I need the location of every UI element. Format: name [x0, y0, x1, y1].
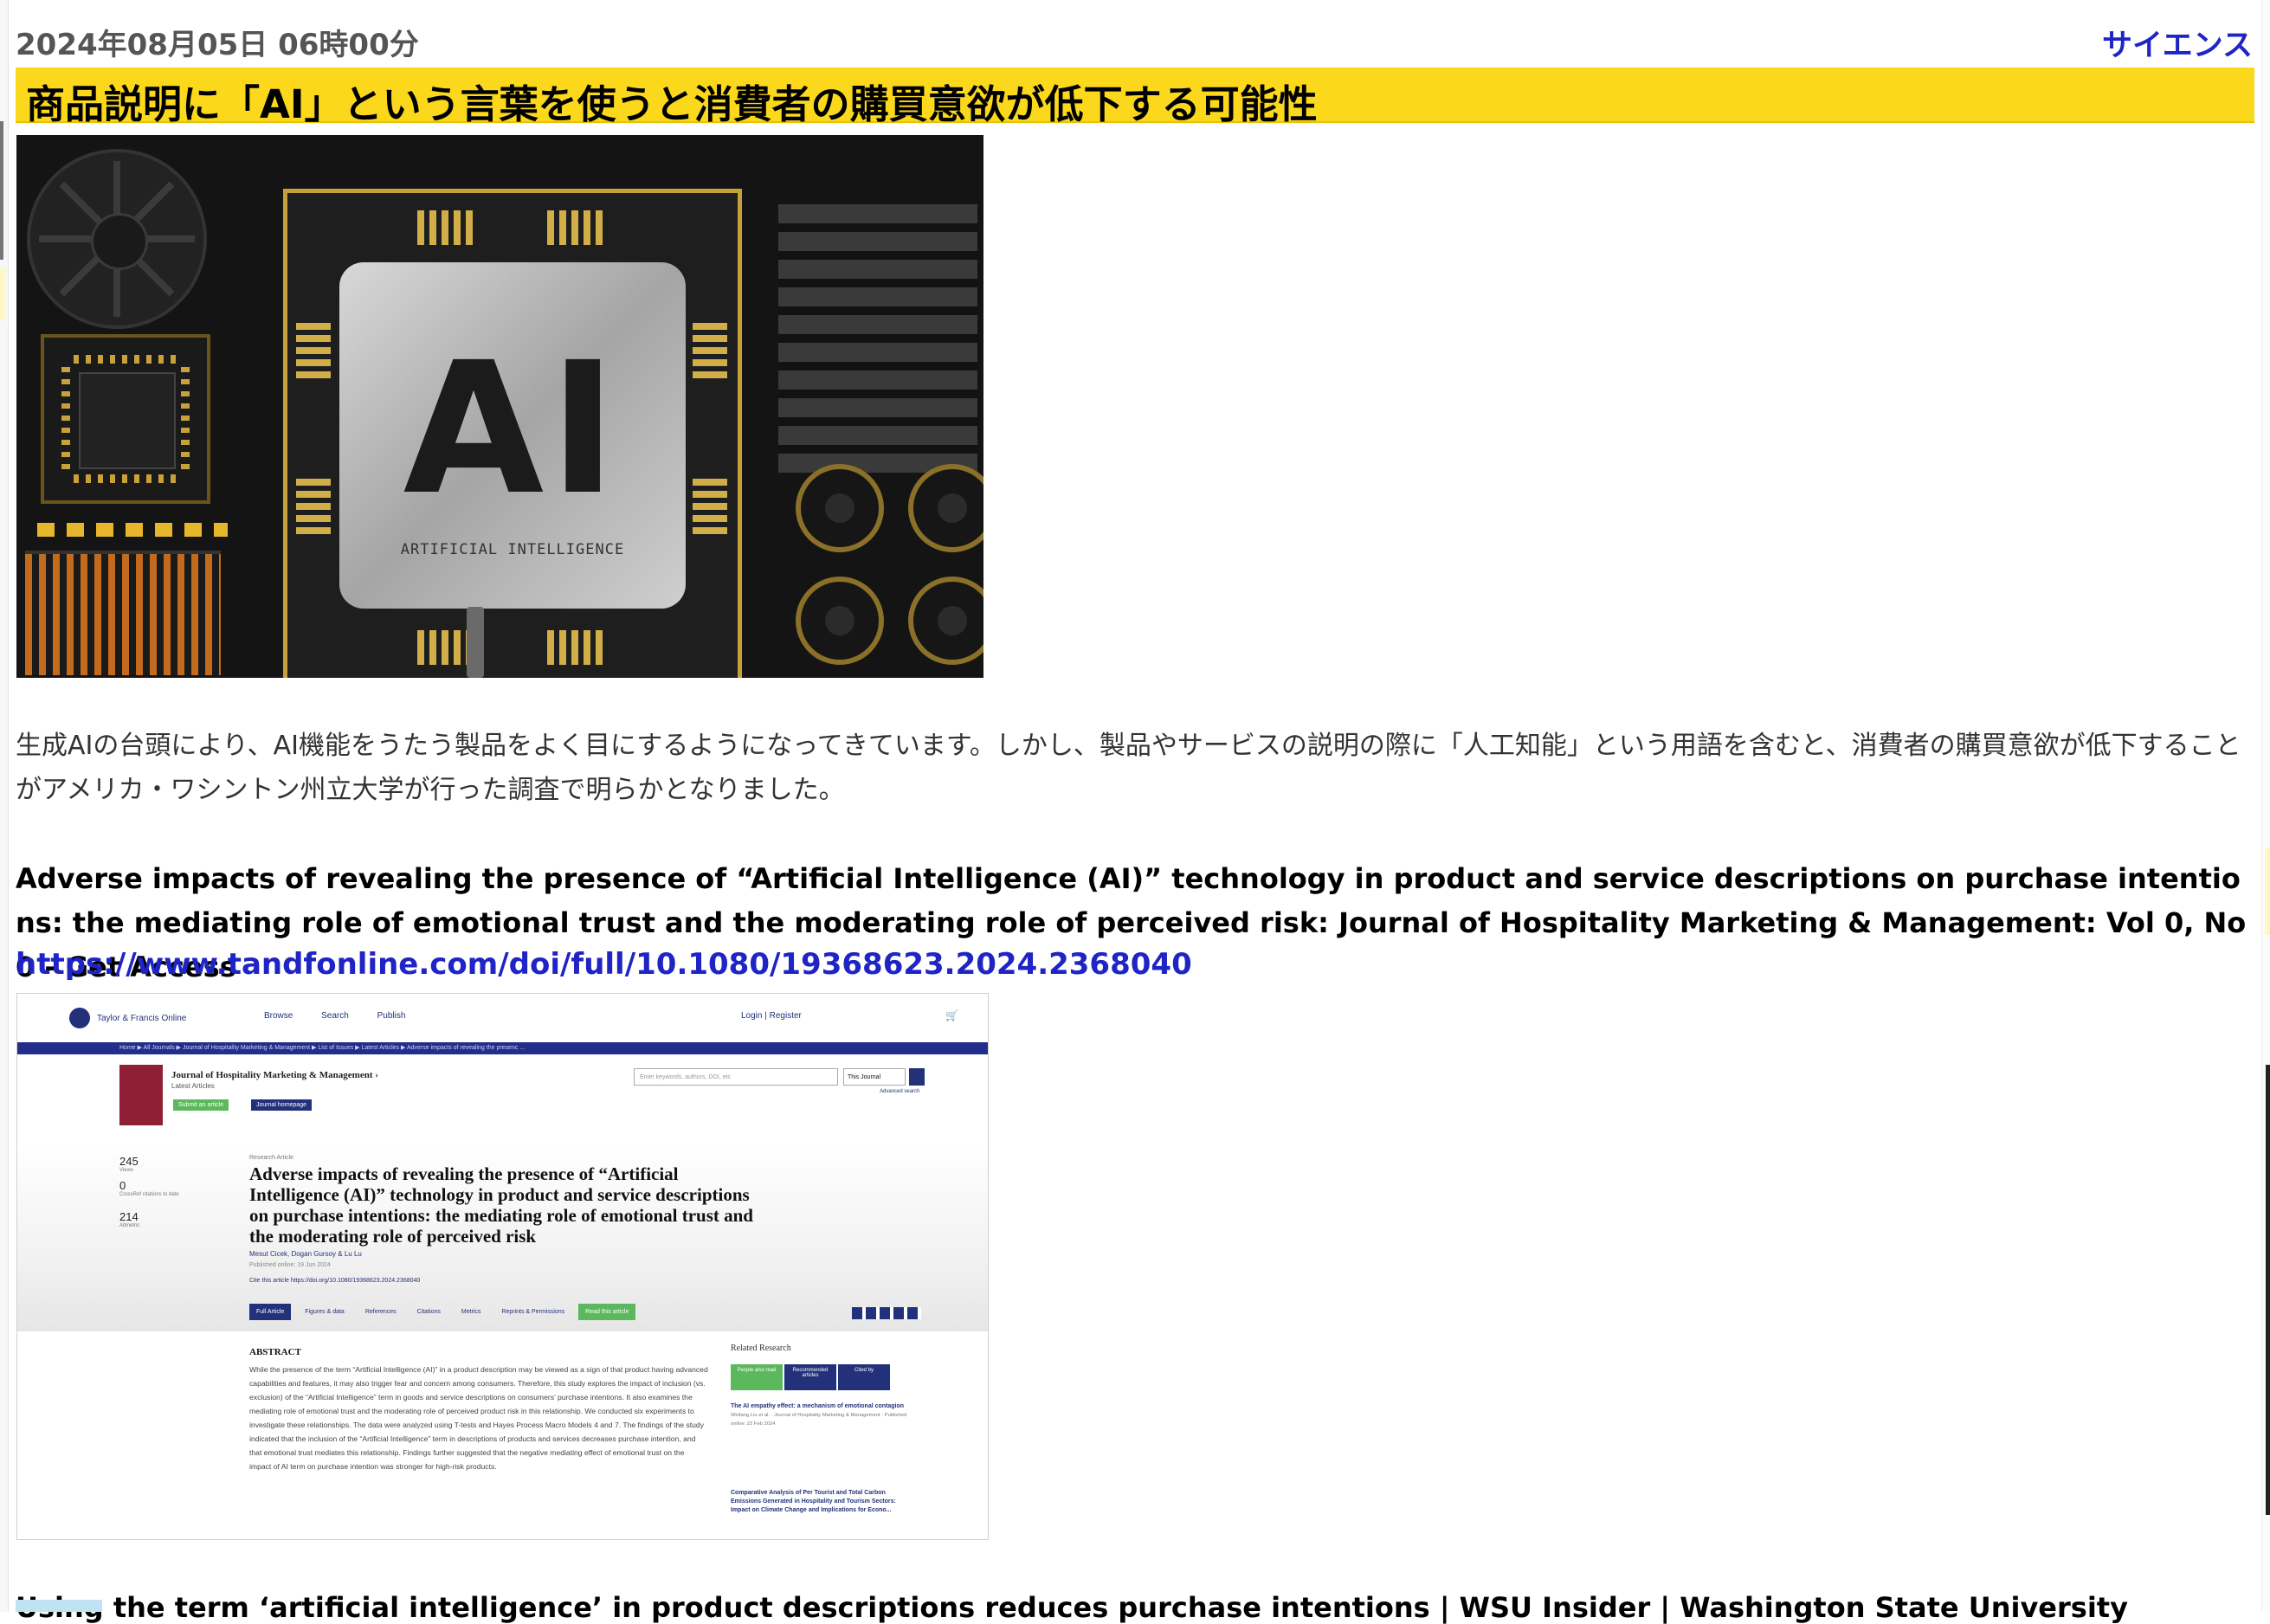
journal-name: Journal of Hospitality Marketing & Manag… [171, 1070, 378, 1080]
tab-read-article: Read this article [578, 1304, 636, 1320]
journal-homepage-button: Journal homepage [251, 1099, 312, 1111]
login-register: Login | Register [741, 1011, 802, 1021]
scroll-overlay [16, 1600, 102, 1612]
research-type: Research Article [249, 1155, 293, 1161]
related-item: The AI empathy effect: a mechanism of em… [731, 1403, 907, 1427]
article-screenshot[interactable]: Taylor & Francis Online Browse Search Pu… [16, 993, 989, 1540]
related-heading: Related Research [731, 1344, 791, 1353]
right-scrollbar[interactable] [2261, 0, 2270, 1612]
post-date: 2024年08月05日 06時00分 [16, 28, 419, 62]
advanced-search: Advanced search [880, 1089, 920, 1094]
cart-icon: 🛒 [945, 1009, 958, 1021]
tab-citations: Citations [416, 1309, 441, 1315]
share-icons [852, 1307, 921, 1319]
fan-icon [27, 149, 207, 329]
hero-ai-subtext: ARTIFICIAL INTELLIGENCE [400, 541, 625, 558]
tab-references: References [364, 1309, 397, 1315]
breadcrumb: Home ▶ All Journals ▶ Journal of Hospita… [17, 1042, 988, 1054]
article-tabs: Full Article Figures & data References C… [249, 1304, 636, 1320]
screenshot-article-title: Adverse impacts of revealing the presenc… [249, 1163, 753, 1247]
abstract-heading: ABSTRACT [249, 1347, 301, 1357]
nav-browse: Browse [264, 1011, 293, 1021]
next-reference-title: Using the term ‘artificial intelligence’… [16, 1591, 2128, 1624]
metric-views: 245 Views [119, 1155, 139, 1173]
authors: Mesut Cicek, Dogan Gursoy & Lu Lu [249, 1250, 362, 1258]
taylor-francis-logo: Taylor & Francis Online [69, 1008, 186, 1028]
metric-citations: 0 CrossRef citations to date [119, 1179, 179, 1197]
related-tabs: People also read Recommended articles Ci… [731, 1364, 890, 1390]
submit-article-button: Submit an article [173, 1099, 229, 1111]
title-bar: 商品説明に「AI」という言葉を使うと消費者の購買意欲が低下する可能性 [16, 68, 2254, 127]
ai-chip: AI ARTIFICIAL INTELLIGENCE [283, 189, 742, 678]
article-title: 商品説明に「AI」という言葉を使うと消費者の購買意欲が低下する可能性 [26, 81, 1318, 127]
journal-cover [119, 1065, 163, 1125]
lead-paragraph: 生成AIの台頭により、AI機能をうたう製品をよく目にするようになってきています。… [16, 731, 2241, 805]
nav-publish: Publish [377, 1011, 406, 1021]
hero-image: AI ARTIFICIAL INTELLIGENCE [16, 135, 983, 678]
hero-ai-text: AI [403, 323, 622, 535]
related-item: Comparative Analysis of Per Tourist and … [731, 1490, 896, 1513]
small-chip-icon [41, 334, 210, 504]
abstract-text: While the presence of the term “Artifici… [249, 1365, 708, 1471]
search-icon [909, 1068, 925, 1086]
tab-full-article: Full Article [249, 1304, 292, 1320]
left-window-edge [0, 0, 9, 1612]
nav-search: Search [321, 1011, 349, 1021]
tab-reprints: Reprints & Permissions [501, 1309, 565, 1315]
tab-figures: Figures & data [305, 1309, 345, 1315]
journal-sub: Latest Articles [171, 1082, 215, 1090]
reference-link[interactable]: https://www.tandfonline.com/doi/full/10.… [16, 947, 1192, 982]
tab-metrics: Metrics [461, 1309, 481, 1315]
category-link[interactable]: サイエンス [2102, 21, 2253, 65]
published-date: Published online: 19 Jun 2024 [249, 1262, 331, 1268]
metric-altmetric: 214 Altmetric [119, 1210, 140, 1228]
doi: Cite this article https://doi.org/10.108… [249, 1278, 421, 1284]
search-scope: This Journal [843, 1068, 906, 1086]
search-input: Enter keywords, authors, DOI, etc [634, 1068, 838, 1086]
